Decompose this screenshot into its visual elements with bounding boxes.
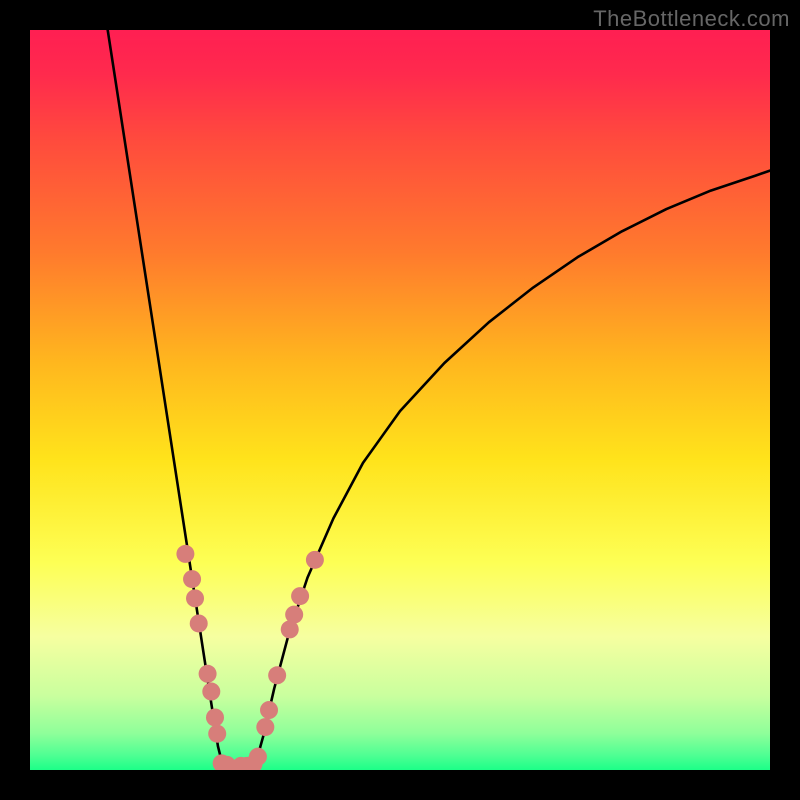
gradient-background — [30, 30, 770, 770]
data-point-marker — [183, 570, 201, 588]
data-point-marker — [260, 701, 278, 719]
data-point-marker — [306, 551, 324, 569]
data-point-marker — [206, 708, 224, 726]
data-point-marker — [202, 683, 220, 701]
attribution-label: TheBottleneck.com — [593, 6, 790, 32]
data-point-marker — [291, 587, 309, 605]
data-point-marker — [285, 606, 303, 624]
data-point-marker — [208, 725, 226, 743]
data-point-marker — [176, 545, 194, 563]
data-point-marker — [256, 718, 274, 736]
data-point-marker — [249, 748, 267, 766]
chart-svg — [30, 30, 770, 770]
data-point-marker — [186, 589, 204, 607]
data-point-marker — [190, 614, 208, 632]
chart-frame: TheBottleneck.com — [0, 0, 800, 800]
data-point-marker — [268, 666, 286, 684]
plot-area — [30, 30, 770, 770]
data-point-marker — [199, 665, 217, 683]
